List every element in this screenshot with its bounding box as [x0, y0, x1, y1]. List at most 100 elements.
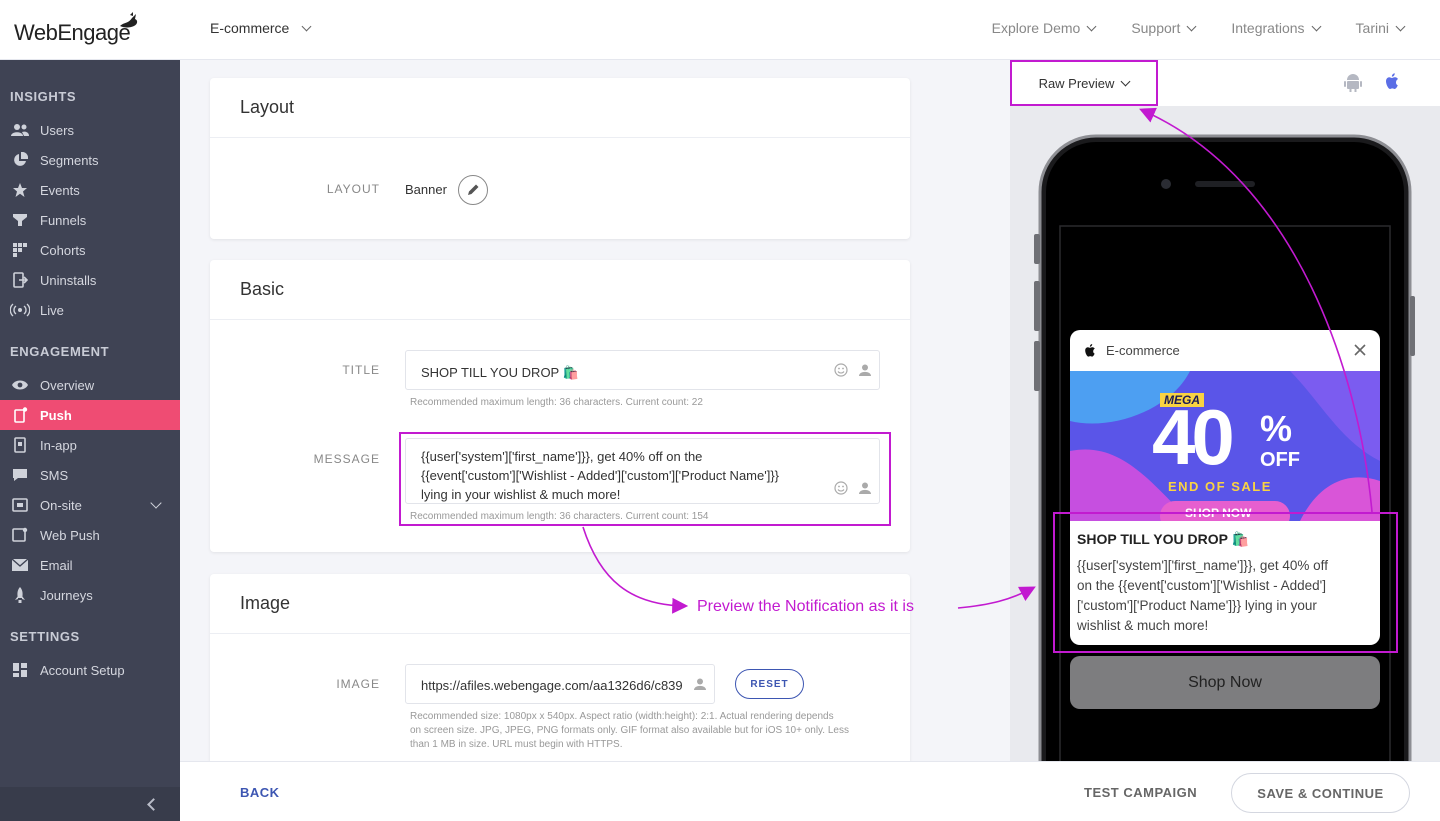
sidebar-item-segments[interactable]: Segments: [0, 145, 180, 175]
sidebar-item-on-site[interactable]: On-site: [0, 490, 180, 520]
chevron-down-icon: [1186, 21, 1197, 31]
bird-icon: [120, 12, 138, 28]
sidebar-label: Users: [40, 122, 74, 138]
notification-app-name: E-commerce: [1106, 343, 1180, 358]
sidebar-item-cohorts[interactable]: Cohorts: [0, 235, 180, 265]
title-input[interactable]: SHOP TILL YOU DROP 🛍️: [405, 350, 880, 390]
sidebar-item-email[interactable]: Email: [0, 550, 180, 580]
field-label: IMAGE: [336, 677, 380, 691]
personalization-icon[interactable]: [693, 677, 707, 691]
emoji-icon[interactable]: [834, 363, 848, 377]
sidebar-item-in-app[interactable]: In-app: [0, 430, 180, 460]
chevron-down-icon: [1086, 21, 1097, 31]
chevron-down-icon: [1120, 76, 1131, 86]
sidebar-item-funnels[interactable]: Funnels: [0, 205, 180, 235]
sidebar: INSIGHTS Users Segments Events Funnels C…: [0, 60, 180, 821]
eye-icon: [10, 377, 30, 393]
title-value: SHOP TILL YOU DROP 🛍️: [421, 365, 579, 380]
preview-mode-dropdown[interactable]: Raw Preview: [1010, 60, 1158, 106]
chevron-left-icon: [147, 798, 160, 811]
sidebar-label: Events: [40, 182, 80, 198]
pie-chart-icon: [10, 152, 30, 168]
sidebar-item-uninstalls[interactable]: Uninstalls: [0, 265, 180, 295]
apple-icon[interactable]: [1382, 72, 1402, 92]
android-icon[interactable]: [1343, 72, 1363, 92]
annotation-text: Preview the Notification as it is: [697, 598, 914, 615]
apple-icon: [1085, 343, 1095, 357]
nav-user-menu[interactable]: Tarini: [1356, 20, 1406, 36]
hint-line: on screen size. JPG, JPEG, PNG formats o…: [410, 725, 849, 736]
funnel-icon: [10, 212, 30, 228]
section-engagement: ENGAGEMENT: [10, 344, 110, 359]
image-hint: Recommended size: 1080px x 540px. Aspect…: [410, 710, 849, 752]
sidebar-item-overview[interactable]: Overview: [0, 370, 180, 400]
sidebar-label: Overview: [40, 377, 95, 393]
title-hint: Recommended maximum length: 36 character…: [410, 397, 703, 408]
banner-forty: 40: [1152, 393, 1235, 481]
notification-action-button[interactable]: Shop Now: [1070, 656, 1380, 709]
chevron-down-icon[interactable]: [150, 497, 162, 509]
section-settings: SETTINGS: [10, 629, 80, 644]
test-campaign-button[interactable]: TEST CAMPAIGN: [1084, 785, 1197, 800]
nav-integrations[interactable]: Integrations: [1231, 20, 1321, 36]
rocket-icon: [10, 587, 30, 603]
top-nav: Explore Demo Support Integrations Tarini: [991, 20, 1406, 36]
back-button[interactable]: BACK: [240, 785, 280, 800]
pencil-icon: [468, 184, 479, 195]
sidebar-item-journeys[interactable]: Journeys: [0, 580, 180, 610]
chevron-down-icon: [301, 21, 312, 31]
project-selector[interactable]: E-commerce: [210, 20, 312, 36]
sidebar-label: Cohorts: [40, 242, 86, 258]
notification-banner-image: MEGA 40 % OFF END OF SALE SHOP NOW: [1070, 371, 1380, 521]
dashboard-icon: [10, 662, 30, 678]
top-bar: WebEngage E-commerce Explore Demo Suppor…: [0, 0, 1440, 60]
sidebar-item-web-push[interactable]: Web Push: [0, 520, 180, 550]
web-push-icon: [10, 527, 30, 543]
grid-icon: [10, 242, 30, 258]
chevron-down-icon: [1395, 21, 1406, 31]
star-icon: [10, 182, 30, 198]
sidebar-label: Uninstalls: [40, 272, 97, 288]
footer-bar: BACK TEST CAMPAIGN SAVE & CONTINUE: [180, 761, 1440, 821]
sidebar-item-account-setup[interactable]: Account Setup: [0, 655, 180, 685]
users-icon: [10, 122, 30, 138]
sms-icon: [10, 467, 30, 483]
edit-layout-button[interactable]: [458, 175, 488, 205]
webengage-logo[interactable]: WebEngage: [14, 12, 139, 46]
card-title: Basic: [210, 260, 910, 320]
nav-explore-demo[interactable]: Explore Demo: [991, 20, 1097, 36]
sidebar-item-users[interactable]: Users: [0, 115, 180, 145]
banner-off: OFF: [1260, 449, 1300, 471]
sidebar-item-sms[interactable]: SMS: [0, 460, 180, 490]
field-label: TITLE: [342, 363, 380, 377]
notification-header: E-commerce: [1070, 330, 1380, 371]
chevron-down-icon: [1311, 21, 1321, 31]
reset-button[interactable]: RESET: [735, 669, 804, 699]
close-icon[interactable]: [1354, 344, 1366, 356]
sidebar-label: On-site: [40, 497, 82, 513]
on-site-icon: [10, 497, 30, 513]
layout-card: Layout LAYOUT Banner: [210, 78, 910, 239]
sidebar-item-events[interactable]: Events: [0, 175, 180, 205]
sidebar-label: Funnels: [40, 212, 87, 228]
nav-label: Support: [1131, 20, 1181, 36]
sidebar-item-live[interactable]: Live: [0, 295, 180, 325]
sidebar-label: In-app: [40, 437, 77, 453]
nav-label: Explore Demo: [991, 20, 1081, 36]
image-url-input[interactable]: https://afiles.webengage.com/aa1326d6/c8…: [405, 664, 715, 704]
message-highlight-box: [399, 432, 891, 526]
collapse-sidebar-button[interactable]: [0, 787, 180, 821]
live-broadcast-icon: [10, 302, 30, 318]
image-url-value: https://afiles.webengage.com/aa1326d6/c8…: [421, 678, 683, 693]
banner-end-of-sale: END OF SALE: [1168, 479, 1272, 494]
section-insights: INSIGHTS: [10, 89, 77, 104]
envelope-icon: [10, 557, 30, 573]
nav-support[interactable]: Support: [1131, 20, 1197, 36]
field-label: MESSAGE: [313, 452, 380, 466]
personalization-icon[interactable]: [858, 363, 872, 377]
sidebar-label: Email: [40, 557, 73, 573]
sidebar-item-push[interactable]: Push: [0, 400, 180, 430]
save-continue-button[interactable]: SAVE & CONTINUE: [1231, 773, 1410, 813]
sidebar-label: Live: [40, 302, 64, 318]
nav-label: Integrations: [1231, 20, 1305, 36]
